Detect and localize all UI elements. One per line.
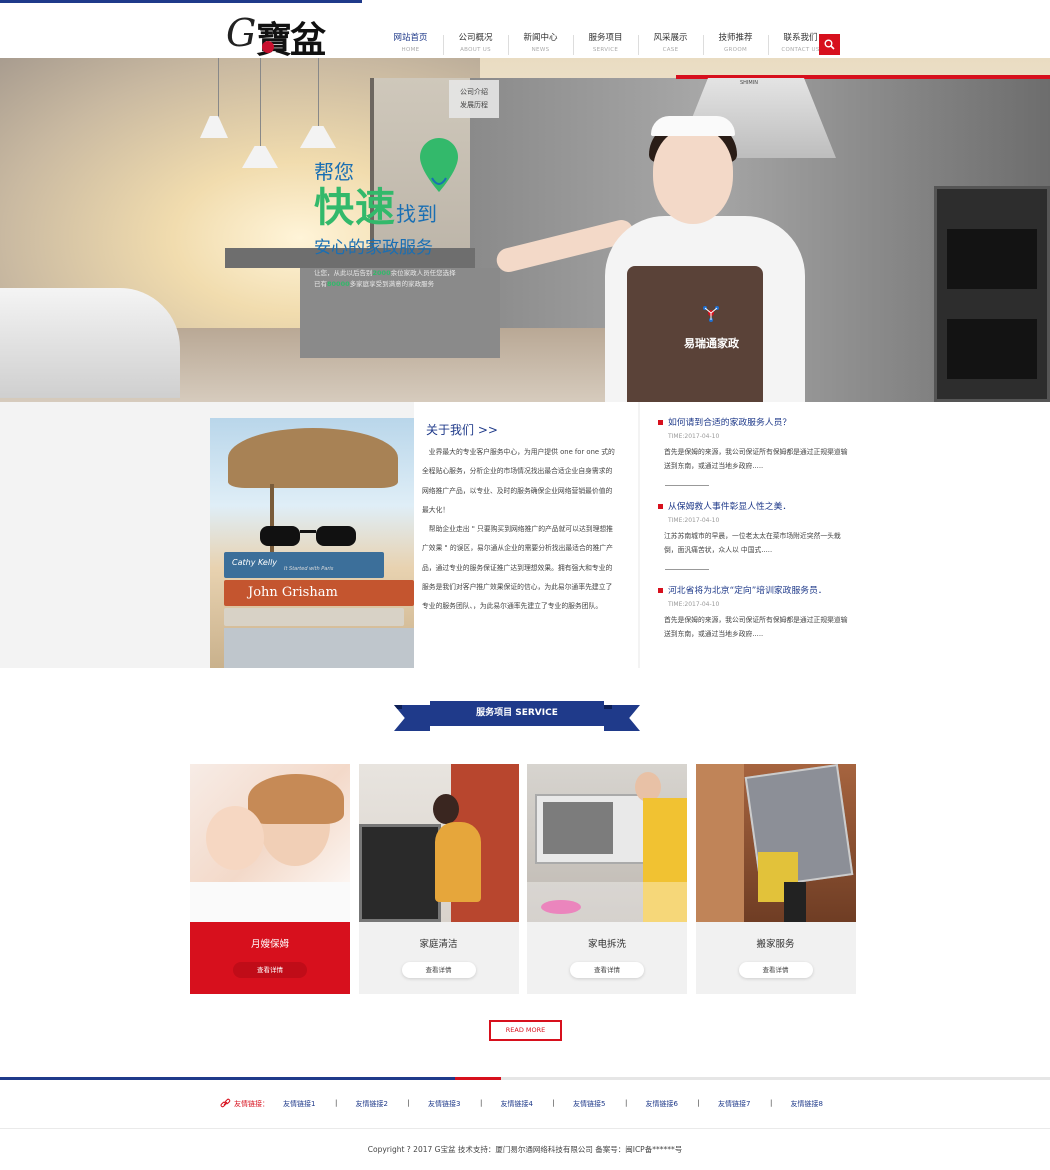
nav-home[interactable]: 网站首页 HOME [378,31,443,55]
service-card[interactable]: 月嫂保姆 查看详情 [190,764,350,994]
friend-links-title: 友情链接： [234,1099,269,1108]
search-button[interactable] [819,34,840,55]
nav-news[interactable]: 新闻中心 NEWS [508,31,573,55]
service-photo-cleaning [358,764,519,922]
read-more-button[interactable]: READ MORE [489,1020,562,1041]
main-nav: 网站首页 HOME 公司概况 ABOUT US 新闻中心 NEWS 服务项目 SERVI… [378,31,833,55]
friend-link[interactable]: 友情链接6 [646,1099,719,1109]
friend-link[interactable]: 友情链接8 [791,1099,864,1109]
service-card[interactable]: 搬家服务 查看详情 [695,764,856,994]
friend-link[interactable]: 友情链接4 [501,1099,574,1109]
divider [665,569,709,570]
divider [0,1128,1050,1129]
nav-about[interactable]: 公司概况 ABOUT US [443,31,508,55]
news-title[interactable]: 如何请到合适的家政服务人员？ [658,414,848,432]
news-time: TIME:2017-04-10 [668,517,720,524]
service-card[interactable]: 家电拆洗 查看详情 [527,764,687,994]
friend-links: 友情链接： 友情链接1 友情链接2 友情链接3 友情链接4 友情链接5 友情链接… [220,1098,863,1109]
friend-link[interactable]: 友情链接3 [428,1099,501,1109]
brand-logo-icon [703,306,719,322]
hero-banner: SHIMIN 易瑞通家政 帮您 快速找到 安心的家政服务 让您，从此以后告别20… [0,58,1050,402]
service-photo-appliance [527,764,687,922]
service-label: 搬家服务 [756,939,795,950]
service-cards: 月嫂保姆 查看详情 家庭清洁 查看详情 家电拆洗 查看详情 搬家服务 查看详情 [190,764,856,994]
friend-link[interactable]: 友情链接7 [718,1099,791,1109]
news-time: TIME:2017-04-10 [668,601,720,608]
services-title: 服务项目 SERVICE [430,701,604,726]
nav-groom[interactable]: 技师推荐 GROOM [703,31,768,55]
news-item: 河北省将为北京“定向”培训家政服务员． TIME:2017-04-10 首先是保… [658,582,848,641]
seal-icon [262,41,274,53]
header: G 寶盆 网站首页 HOME 公司概况 ABOUT US 新闻中心 NEWS 服务项目… [0,3,1050,61]
ribbon-left [394,705,430,731]
news-list: 如何请到合适的家政服务人员？ TIME:2017-04-10 首先是保姆的来源，… [658,414,848,641]
service-label: 家电拆洗 [587,939,626,950]
news-time: TIME:2017-04-10 [668,433,720,440]
logo[interactable]: G 寶盆 [226,11,326,61]
search-icon [824,39,835,50]
view-details-button[interactable]: 查看详情 [233,962,307,978]
friend-link[interactable]: 友情链接1 [283,1099,356,1109]
nav-submenu: 公司介绍 发展历程 [449,80,499,118]
link-icon [220,1098,231,1108]
nav-case[interactable]: 风采展示 CASE [638,31,703,55]
news-summary: 首先是保姆的来源，我公司保证所有保姆都是通过正规渠道输送到东南，或通过当地乡政府… [664,448,848,470]
ribbon-right [604,705,640,731]
service-card[interactable]: 家庭清洁 查看详情 [358,764,519,994]
about-photo: Cathy Kelly It Started with Paris John G… [210,418,414,668]
copyright: Copyright ? 2017 G宝盆 技术支持：厦门易尔通网络科技有限公司 … [367,1145,683,1154]
news-item: 从保姆救人事件彰显人性之美． TIME:2017-04-10 江苏苏南城市的早晨… [658,498,848,570]
friend-link[interactable]: 友情链接5 [573,1099,646,1109]
service-label: 家庭清洁 [419,939,458,950]
service-photo-nanny [190,764,350,922]
service-photo-moving [695,764,856,922]
view-details-button[interactable]: 查看详情 [738,962,813,978]
about-description: 业界最大的专业客户服务中心，为用户提供 one for one 式的全程贴心服务… [422,448,615,611]
submenu-history[interactable]: 发展历程 [449,99,499,112]
banner-slogan: 帮您 快速找到 安心的家政服务 让您，从此以后告别2000余位家政人员任您选择 … [314,160,456,288]
submenu-company-intro[interactable]: 公司介绍 [449,86,499,99]
service-label: 月嫂保姆 [250,939,289,950]
footer-accent-line [0,1077,1050,1080]
banner-brand-text: 易瑞通家政 [684,337,739,350]
about-title[interactable]: 关于我们 >> [426,421,498,438]
divider [665,485,709,486]
sunglasses-image [260,526,356,546]
news-summary: 首先是保姆的来源，我公司保证所有保姆都是通过正规渠道输送到东南，或通过当地乡政府… [664,616,848,638]
news-item: 如何请到合适的家政服务人员？ TIME:2017-04-10 首先是保姆的来源，… [658,414,848,486]
news-title[interactable]: 从保姆救人事件彰显人性之美． [658,498,848,516]
friend-link[interactable]: 友情链接2 [356,1099,429,1109]
oven-image [934,186,1050,402]
nav-service[interactable]: 服务项目 SERVICE [573,31,638,55]
view-details-button[interactable]: 查看详情 [401,962,476,978]
news-title[interactable]: 河北省将为北京“定向”培训家政服务员． [658,582,848,600]
view-details-button[interactable]: 查看详情 [570,962,644,978]
news-summary: 江苏苏南城市的早晨，一位老太太在菜市场附近突然一头栽倒，面汎痛苦状，众人以 中国… [664,532,841,554]
housekeeper-photo [494,116,805,402]
